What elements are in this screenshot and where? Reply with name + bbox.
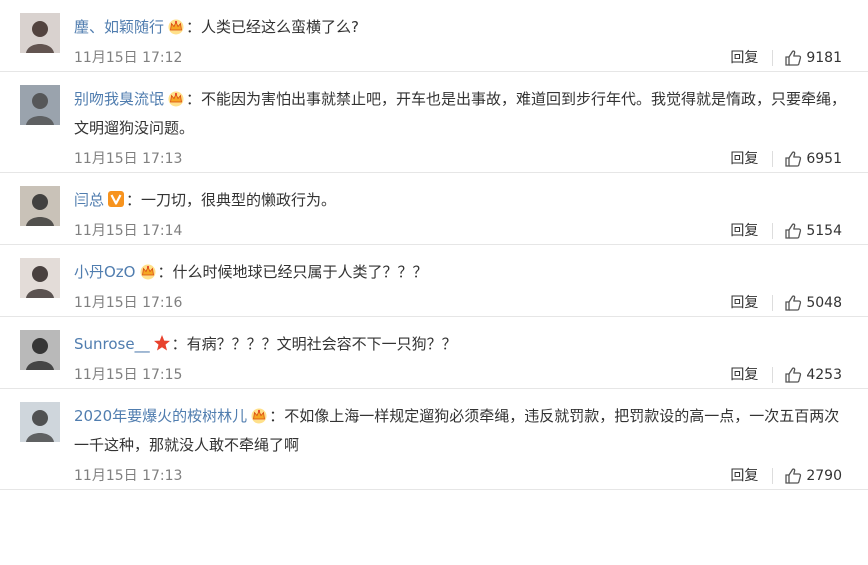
comment-body: 小丹OzO ：什么时候地球已经只属于人类了？？？ 11月15日 17:16 回复 … [74, 258, 854, 316]
comment-text: 一刀切，很典型的懒政行为。 [141, 191, 337, 209]
avatar[interactable] [20, 330, 60, 370]
colon: ： [171, 335, 187, 353]
comment-body: 闫总 ：一刀切，很典型的懒政行为。 11月15日 17:14 回复 5154 [74, 186, 854, 244]
timestamp: 11月15日 17:14 [74, 223, 183, 239]
timestamp: 11月15日 17:15 [74, 367, 183, 383]
comment-text: 有病？？？？文明社会容不下一只狗？？ [186, 335, 457, 353]
comment-actions: 回复 5154 [730, 218, 842, 244]
like-count: 5048 [806, 295, 842, 311]
comment-text: 人类已经这么蛮横了么? [201, 18, 359, 36]
avatar[interactable] [20, 186, 60, 226]
avatar[interactable] [20, 85, 60, 125]
comment-text-line: 小丹OzO ：什么时候地球已经只属于人类了？？？ [74, 258, 854, 287]
reply-button[interactable]: 回复 [730, 146, 758, 172]
comment-meta: 11月15日 17:14 回复 5154 [74, 218, 854, 244]
comment-item: 闫总 ：一刀切，很典型的懒政行为。 11月15日 17:14 回复 5154 [0, 173, 868, 245]
comment-body: 2020年要爆火的桉树林儿 ：不如像上海一样规定遛狗必须牵绳，违反就罚款，把罚款设… [74, 402, 854, 489]
username-link[interactable]: 2020年要爆火的桉树林儿 [74, 407, 247, 425]
action-divider [772, 295, 774, 311]
comment-actions: 回复 6951 [730, 146, 842, 172]
v-badge-icon [107, 189, 125, 207]
comment-actions: 回复 4253 [730, 362, 842, 388]
crown-badge-icon [167, 88, 185, 107]
action-divider [772, 151, 774, 167]
comment-meta: 11月15日 17:15 回复 4253 [74, 362, 854, 388]
comment-meta: 11月15日 17:13 回复 2790 [74, 463, 854, 489]
comment-item: 2020年要爆火的桉树林儿 ：不如像上海一样规定遛狗必须牵绳，违反就罚款，把罚款设… [0, 389, 868, 490]
reply-button[interactable]: 回复 [730, 290, 758, 316]
colon: ： [157, 263, 173, 281]
action-divider [772, 223, 774, 239]
username-link[interactable]: 别吻我臭流氓 [74, 90, 164, 108]
like-button[interactable]: 4253 [784, 362, 842, 388]
comment-meta: 11月15日 17:16 回复 5048 [74, 290, 854, 316]
thumbs-up-icon [785, 50, 802, 66]
comment-item: 别吻我臭流氓 ：不能因为害怕出事就禁止吧，开车也是出事故，难道回到步行年代。我觉得… [0, 72, 868, 173]
avatar[interactable] [20, 258, 60, 298]
timestamp: 11月15日 17:13 [74, 151, 183, 167]
thumbs-up-icon [785, 223, 802, 239]
like-count: 6951 [806, 151, 842, 167]
like-count: 5154 [806, 223, 842, 239]
comment-text-line: 2020年要爆火的桉树林儿 ：不如像上海一样规定遛狗必须牵绳，违反就罚款，把罚款设… [74, 402, 854, 460]
comment-body: Sunrose__ ：有病？？？？文明社会容不下一只狗？？ 11月15日 17:1… [74, 330, 854, 388]
like-button[interactable]: 9181 [784, 45, 842, 71]
thumbs-up-icon [785, 468, 802, 484]
star-badge-icon [153, 333, 171, 351]
comment-meta: 11月15日 17:12 回复 9181 [74, 45, 854, 71]
timestamp: 11月15日 17:12 [74, 50, 183, 66]
reply-button[interactable]: 回复 [730, 45, 758, 71]
crown-badge-icon [167, 16, 185, 35]
thumbs-up-icon [785, 367, 802, 383]
comment-text: 什么时候地球已经只属于人类了？？？ [172, 263, 428, 281]
username-link[interactable]: 小丹OzO [74, 263, 136, 281]
comment-body: 麈、如颖随行 ：人类已经这么蛮横了么? 11月15日 17:12 回复 9181 [74, 13, 854, 71]
comment-text-line: Sunrose__ ：有病？？？？文明社会容不下一只狗？？ [74, 330, 854, 359]
thumbs-up-icon [785, 151, 802, 167]
username-link[interactable]: Sunrose__ [74, 335, 150, 353]
colon: ： [186, 18, 202, 36]
like-count: 2790 [806, 468, 842, 484]
action-divider [772, 367, 774, 383]
comment-item: 小丹OzO ：什么时候地球已经只属于人类了？？？ 11月15日 17:16 回复 … [0, 245, 868, 317]
reply-button[interactable]: 回复 [730, 463, 758, 489]
crown-badge-icon [139, 261, 157, 280]
comment-text-line: 麈、如颖随行 ：人类已经这么蛮横了么? [74, 13, 854, 42]
avatar[interactable] [20, 13, 60, 53]
like-button[interactable]: 6951 [784, 146, 842, 172]
comment-actions: 回复 5048 [730, 290, 842, 316]
like-button[interactable]: 2790 [784, 463, 842, 489]
comment-item: Sunrose__ ：有病？？？？文明社会容不下一只狗？？ 11月15日 17:1… [0, 317, 868, 389]
timestamp: 11月15日 17:16 [74, 295, 183, 311]
comment-list: 麈、如颖随行：人类已经这么蛮横了么? 11月15日 17:12 回复 9181 [0, 0, 868, 490]
reply-button[interactable]: 回复 [730, 362, 758, 388]
avatar[interactable] [20, 402, 60, 442]
comment-actions: 回复 9181 [730, 45, 842, 71]
crown-badge-icon [250, 405, 268, 424]
like-count: 9181 [806, 50, 842, 66]
colon: ： [126, 191, 142, 209]
comment-text-line: 别吻我臭流氓 ：不能因为害怕出事就禁止吧，开车也是出事故，难道回到步行年代。我觉得… [74, 85, 854, 143]
comment-item: 麈、如颖随行 ：人类已经这么蛮横了么? 11月15日 17:12 回复 9181 [0, 0, 868, 72]
colon: ： [186, 90, 202, 108]
action-divider [772, 468, 774, 484]
thumbs-up-icon [785, 295, 802, 311]
action-divider [772, 50, 774, 66]
colon: ： [269, 407, 285, 425]
comment-meta: 11月15日 17:13 回复 6951 [74, 146, 854, 172]
timestamp: 11月15日 17:13 [74, 468, 183, 484]
reply-button[interactable]: 回复 [730, 218, 758, 244]
like-button[interactable]: 5048 [784, 290, 842, 316]
comment-actions: 回复 2790 [730, 463, 842, 489]
username-link[interactable]: 麈、如颖随行 [74, 18, 164, 36]
like-button[interactable]: 5154 [784, 218, 842, 244]
username-link[interactable]: 闫总 [74, 191, 104, 209]
comment-text-line: 闫总 ：一刀切，很典型的懒政行为。 [74, 186, 854, 215]
like-count: 4253 [806, 367, 842, 383]
comment-body: 别吻我臭流氓 ：不能因为害怕出事就禁止吧，开车也是出事故，难道回到步行年代。我觉得… [74, 85, 854, 172]
